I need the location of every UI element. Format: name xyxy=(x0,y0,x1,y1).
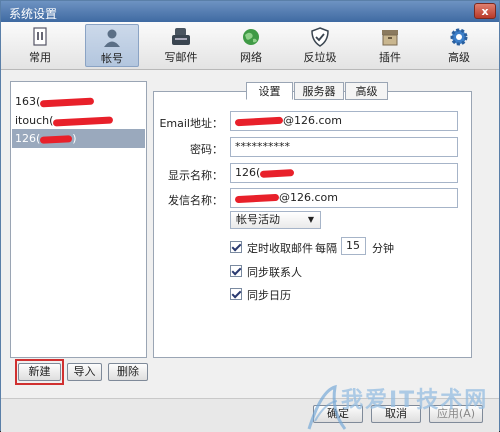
account-status-select[interactable]: 帐号活动 ▼ xyxy=(230,211,321,229)
account-status-value: 帐号活动 xyxy=(236,213,280,226)
redaction-mark xyxy=(53,115,114,127)
sync-contacts-checkbox[interactable] xyxy=(230,265,242,277)
settings-window: 系统设置 x 常用 帐号 写邮件 网络 反垃圾 插件 高级 163(itouc… xyxy=(0,0,500,432)
auto-receive-checkbox[interactable] xyxy=(230,241,242,253)
toolbar-plugins-label: 插件 xyxy=(379,51,401,64)
toolbar-account-label: 帐号 xyxy=(101,52,123,65)
account-list[interactable]: 163( itouch( 126() xyxy=(10,81,147,358)
tab-settings[interactable]: 设置 xyxy=(246,82,293,100)
watermark-text: 我爱IT技术网 xyxy=(341,388,489,413)
settings-toolbar: 常用 帐号 写邮件 网络 反垃圾 插件 高级 xyxy=(1,22,499,70)
redaction-mark xyxy=(260,168,295,178)
auto-receive-label: 定时收取邮件 xyxy=(247,242,313,255)
plugin-box-icon xyxy=(382,30,398,46)
toolbar-advanced-label: 高级 xyxy=(448,51,470,64)
redaction-mark xyxy=(234,193,280,203)
email-field[interactable]: @126.com xyxy=(230,111,458,131)
account-item-126-suffix: ) xyxy=(72,132,77,145)
email-field-value: @126.com xyxy=(283,114,342,127)
toolbar-account[interactable]: 帐号 xyxy=(85,24,139,67)
toolbar-compose-label: 写邮件 xyxy=(164,51,198,64)
chevron-down-icon: ▼ xyxy=(307,215,314,224)
sender-name-value: @126.com xyxy=(279,191,338,204)
sync-contacts-label: 同步联系人 xyxy=(247,266,302,279)
title-bar: 系统设置 x xyxy=(1,1,499,22)
tab-advanced[interactable]: 高级 xyxy=(345,82,388,100)
close-button[interactable]: x xyxy=(474,3,496,19)
redaction-mark xyxy=(40,134,73,144)
toolbar-compose[interactable]: 写邮件 xyxy=(154,24,208,67)
antispam-shield-icon xyxy=(311,27,329,47)
account-item-163-prefix: 163( xyxy=(15,95,41,108)
password-label: 密码： xyxy=(190,143,223,156)
interval-input[interactable]: 15 xyxy=(341,237,366,255)
toolbar-antispam[interactable]: 反垃圾 xyxy=(293,24,347,67)
toolbar-general-label: 常用 xyxy=(29,51,51,64)
tab-server[interactable]: 服务器 xyxy=(294,82,344,100)
account-item-163[interactable]: 163( xyxy=(12,92,145,111)
sender-name-field[interactable]: @126.com xyxy=(230,188,458,208)
display-name-value: 126( xyxy=(235,166,261,179)
interval-unit: 分钟 xyxy=(372,242,394,255)
toolbar-antispam-label: 反垃圾 xyxy=(303,51,337,64)
redaction-mark xyxy=(234,116,284,126)
toolbar-network-label: 网络 xyxy=(240,51,262,64)
account-item-itouch[interactable]: itouch( xyxy=(12,111,145,130)
new-account-button[interactable]: 新建 xyxy=(18,363,61,381)
delete-button[interactable]: 删除 xyxy=(108,363,148,381)
display-name-label: 显示名称： xyxy=(168,169,223,182)
password-field[interactable]: ********** xyxy=(230,137,458,157)
import-button[interactable]: 导入 xyxy=(67,363,102,381)
compose-icon xyxy=(172,28,190,45)
toolbar-advanced[interactable]: 高级 xyxy=(432,24,486,67)
account-icon xyxy=(104,29,120,47)
toolbar-general[interactable]: 常用 xyxy=(13,24,67,67)
interval-prefix: 每隔 xyxy=(315,242,337,255)
sender-name-label: 发信名称： xyxy=(168,194,223,207)
network-icon xyxy=(243,29,259,45)
sync-calendar-label: 同步日历 xyxy=(247,289,291,302)
toolbar-network[interactable]: 网络 xyxy=(224,24,278,67)
general-icon xyxy=(33,27,47,46)
sync-calendar-checkbox[interactable] xyxy=(230,288,242,300)
email-label: Email地址： xyxy=(159,117,223,130)
account-item-itouch-prefix: itouch( xyxy=(15,114,54,127)
account-item-126[interactable]: 126() xyxy=(12,129,145,148)
redaction-mark xyxy=(40,97,95,107)
window-title: 系统设置 xyxy=(9,7,58,21)
account-item-126-prefix: 126( xyxy=(15,132,41,145)
display-name-field[interactable]: 126( xyxy=(230,163,458,183)
toolbar-plugins[interactable]: 插件 xyxy=(363,24,417,67)
advanced-gear-icon xyxy=(450,28,468,46)
